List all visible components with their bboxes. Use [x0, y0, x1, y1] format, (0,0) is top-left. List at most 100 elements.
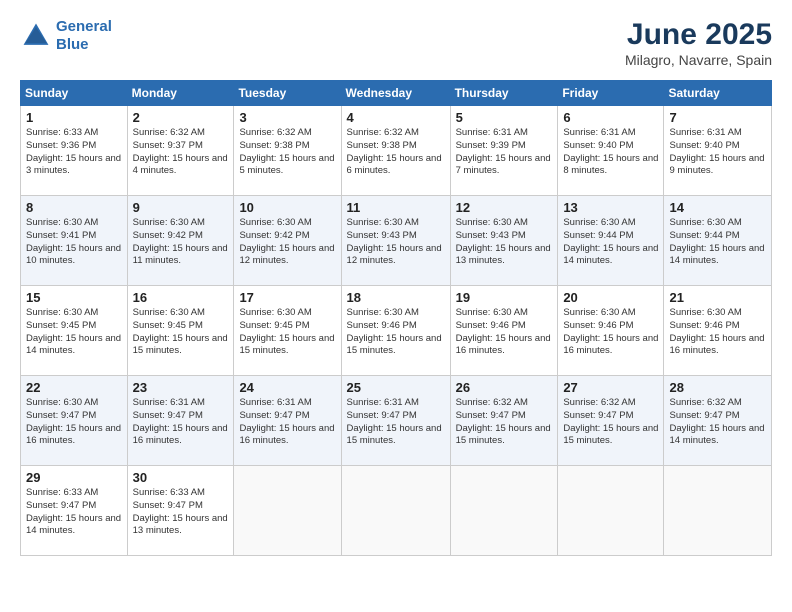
calendar-cell: 10 Sunrise: 6:30 AM Sunset: 9:42 PM Dayl… — [234, 196, 341, 286]
calendar-cell: 8 Sunrise: 6:30 AM Sunset: 9:41 PM Dayli… — [21, 196, 128, 286]
calendar-cell: 6 Sunrise: 6:31 AM Sunset: 9:40 PM Dayli… — [558, 106, 664, 196]
day-info: Sunrise: 6:30 AM Sunset: 9:42 PM Dayligh… — [133, 217, 229, 268]
sunrise-label: Sunrise: 6:33 AM — [26, 127, 98, 138]
calendar-cell: 27 Sunrise: 6:32 AM Sunset: 9:47 PM Dayl… — [558, 376, 664, 466]
calendar-cell: 22 Sunrise: 6:30 AM Sunset: 9:47 PM Dayl… — [21, 376, 128, 466]
sunrise-label: Sunrise: 6:30 AM — [133, 217, 205, 228]
sunset-label: Sunset: 9:47 PM — [456, 410, 526, 421]
col-header-wednesday: Wednesday — [341, 81, 450, 106]
calendar-cell: 11 Sunrise: 6:30 AM Sunset: 9:43 PM Dayl… — [341, 196, 450, 286]
calendar-cell: 29 Sunrise: 6:33 AM Sunset: 9:47 PM Dayl… — [21, 466, 128, 556]
sunrise-label: Sunrise: 6:33 AM — [26, 487, 98, 498]
day-info: Sunrise: 6:30 AM Sunset: 9:44 PM Dayligh… — [563, 217, 658, 268]
day-info: Sunrise: 6:30 AM Sunset: 9:42 PM Dayligh… — [239, 217, 335, 268]
sunrise-label: Sunrise: 6:32 AM — [239, 127, 311, 138]
day-info: Sunrise: 6:30 AM Sunset: 9:46 PM Dayligh… — [456, 307, 553, 358]
day-info: Sunrise: 6:30 AM Sunset: 9:43 PM Dayligh… — [456, 217, 553, 268]
calendar-cell — [234, 466, 341, 556]
daylight-label: Daylight: 15 hours and 8 minutes. — [563, 153, 658, 177]
sunrise-label: Sunrise: 6:31 AM — [239, 397, 311, 408]
calendar-cell — [450, 466, 558, 556]
calendar-cell — [664, 466, 772, 556]
daylight-label: Daylight: 15 hours and 15 minutes. — [456, 423, 551, 447]
calendar-cell: 3 Sunrise: 6:32 AM Sunset: 9:38 PM Dayli… — [234, 106, 341, 196]
calendar-cell: 21 Sunrise: 6:30 AM Sunset: 9:46 PM Dayl… — [664, 286, 772, 376]
sunset-label: Sunset: 9:44 PM — [669, 230, 739, 241]
day-info: Sunrise: 6:30 AM Sunset: 9:45 PM Dayligh… — [26, 307, 122, 358]
sunset-label: Sunset: 9:44 PM — [563, 230, 633, 241]
col-header-friday: Friday — [558, 81, 664, 106]
logo: General Blue — [20, 18, 112, 54]
daylight-label: Daylight: 15 hours and 12 minutes. — [239, 243, 334, 267]
calendar-table: SundayMondayTuesdayWednesdayThursdayFrid… — [20, 80, 772, 556]
day-info: Sunrise: 6:31 AM Sunset: 9:40 PM Dayligh… — [563, 127, 658, 178]
sunset-label: Sunset: 9:45 PM — [239, 320, 309, 331]
calendar-header-row: SundayMondayTuesdayWednesdayThursdayFrid… — [21, 81, 772, 106]
sunrise-label: Sunrise: 6:30 AM — [669, 217, 741, 228]
day-info: Sunrise: 6:30 AM Sunset: 9:41 PM Dayligh… — [26, 217, 122, 268]
sunset-label: Sunset: 9:47 PM — [133, 500, 203, 511]
daylight-label: Daylight: 15 hours and 16 minutes. — [239, 423, 334, 447]
sunrise-label: Sunrise: 6:31 AM — [669, 127, 741, 138]
calendar-cell: 17 Sunrise: 6:30 AM Sunset: 9:45 PM Dayl… — [234, 286, 341, 376]
sunset-label: Sunset: 9:47 PM — [563, 410, 633, 421]
daylight-label: Daylight: 15 hours and 5 minutes. — [239, 153, 334, 177]
day-number: 20 — [563, 290, 658, 305]
calendar-cell: 7 Sunrise: 6:31 AM Sunset: 9:40 PM Dayli… — [664, 106, 772, 196]
sunrise-label: Sunrise: 6:30 AM — [669, 307, 741, 318]
sunset-label: Sunset: 9:42 PM — [239, 230, 309, 241]
daylight-label: Daylight: 15 hours and 13 minutes. — [133, 513, 228, 537]
day-info: Sunrise: 6:33 AM Sunset: 9:47 PM Dayligh… — [133, 487, 229, 538]
title-block: June 2025 Milagro, Navarre, Spain — [625, 18, 772, 68]
daylight-label: Daylight: 15 hours and 14 minutes. — [669, 243, 764, 267]
calendar-cell — [558, 466, 664, 556]
day-number: 29 — [26, 470, 122, 485]
subtitle: Milagro, Navarre, Spain — [625, 52, 772, 68]
sunrise-label: Sunrise: 6:30 AM — [347, 217, 419, 228]
sunrise-label: Sunrise: 6:30 AM — [456, 217, 528, 228]
sunset-label: Sunset: 9:47 PM — [26, 500, 96, 511]
calendar-cell: 20 Sunrise: 6:30 AM Sunset: 9:46 PM Dayl… — [558, 286, 664, 376]
sunrise-label: Sunrise: 6:30 AM — [26, 397, 98, 408]
logo-blue: Blue — [56, 36, 89, 53]
sunset-label: Sunset: 9:45 PM — [26, 320, 96, 331]
page: General Blue June 2025 Milagro, Navarre,… — [0, 0, 792, 612]
sunrise-label: Sunrise: 6:33 AM — [133, 487, 205, 498]
calendar-row: 29 Sunrise: 6:33 AM Sunset: 9:47 PM Dayl… — [21, 466, 772, 556]
daylight-label: Daylight: 15 hours and 16 minutes. — [669, 333, 764, 357]
day-info: Sunrise: 6:32 AM Sunset: 9:38 PM Dayligh… — [347, 127, 445, 178]
day-info: Sunrise: 6:31 AM Sunset: 9:39 PM Dayligh… — [456, 127, 553, 178]
logo-text: General Blue — [56, 18, 112, 54]
daylight-label: Daylight: 15 hours and 4 minutes. — [133, 153, 228, 177]
sunrise-label: Sunrise: 6:30 AM — [133, 307, 205, 318]
sunset-label: Sunset: 9:46 PM — [563, 320, 633, 331]
daylight-label: Daylight: 15 hours and 16 minutes. — [133, 423, 228, 447]
sunset-label: Sunset: 9:38 PM — [347, 140, 417, 151]
col-header-thursday: Thursday — [450, 81, 558, 106]
sunrise-label: Sunrise: 6:31 AM — [133, 397, 205, 408]
daylight-label: Daylight: 15 hours and 13 minutes. — [456, 243, 551, 267]
daylight-label: Daylight: 15 hours and 15 minutes. — [133, 333, 228, 357]
sunrise-label: Sunrise: 6:32 AM — [456, 397, 528, 408]
sunset-label: Sunset: 9:47 PM — [669, 410, 739, 421]
sunset-label: Sunset: 9:45 PM — [133, 320, 203, 331]
day-number: 13 — [563, 200, 658, 215]
sunrise-label: Sunrise: 6:31 AM — [347, 397, 419, 408]
sunrise-label: Sunrise: 6:30 AM — [347, 307, 419, 318]
daylight-label: Daylight: 15 hours and 14 minutes. — [669, 423, 764, 447]
logo-general: General — [56, 18, 112, 35]
sunset-label: Sunset: 9:43 PM — [456, 230, 526, 241]
calendar-cell: 30 Sunrise: 6:33 AM Sunset: 9:47 PM Dayl… — [127, 466, 234, 556]
sunset-label: Sunset: 9:46 PM — [456, 320, 526, 331]
calendar-cell: 26 Sunrise: 6:32 AM Sunset: 9:47 PM Dayl… — [450, 376, 558, 466]
day-info: Sunrise: 6:31 AM Sunset: 9:47 PM Dayligh… — [347, 397, 445, 448]
sunset-label: Sunset: 9:46 PM — [347, 320, 417, 331]
day-info: Sunrise: 6:30 AM Sunset: 9:47 PM Dayligh… — [26, 397, 122, 448]
day-info: Sunrise: 6:33 AM Sunset: 9:47 PM Dayligh… — [26, 487, 122, 538]
day-info: Sunrise: 6:31 AM Sunset: 9:47 PM Dayligh… — [133, 397, 229, 448]
sunset-label: Sunset: 9:42 PM — [133, 230, 203, 241]
daylight-label: Daylight: 15 hours and 9 minutes. — [669, 153, 764, 177]
day-number: 17 — [239, 290, 335, 305]
day-info: Sunrise: 6:30 AM Sunset: 9:45 PM Dayligh… — [239, 307, 335, 358]
calendar-cell: 1 Sunrise: 6:33 AM Sunset: 9:36 PM Dayli… — [21, 106, 128, 196]
